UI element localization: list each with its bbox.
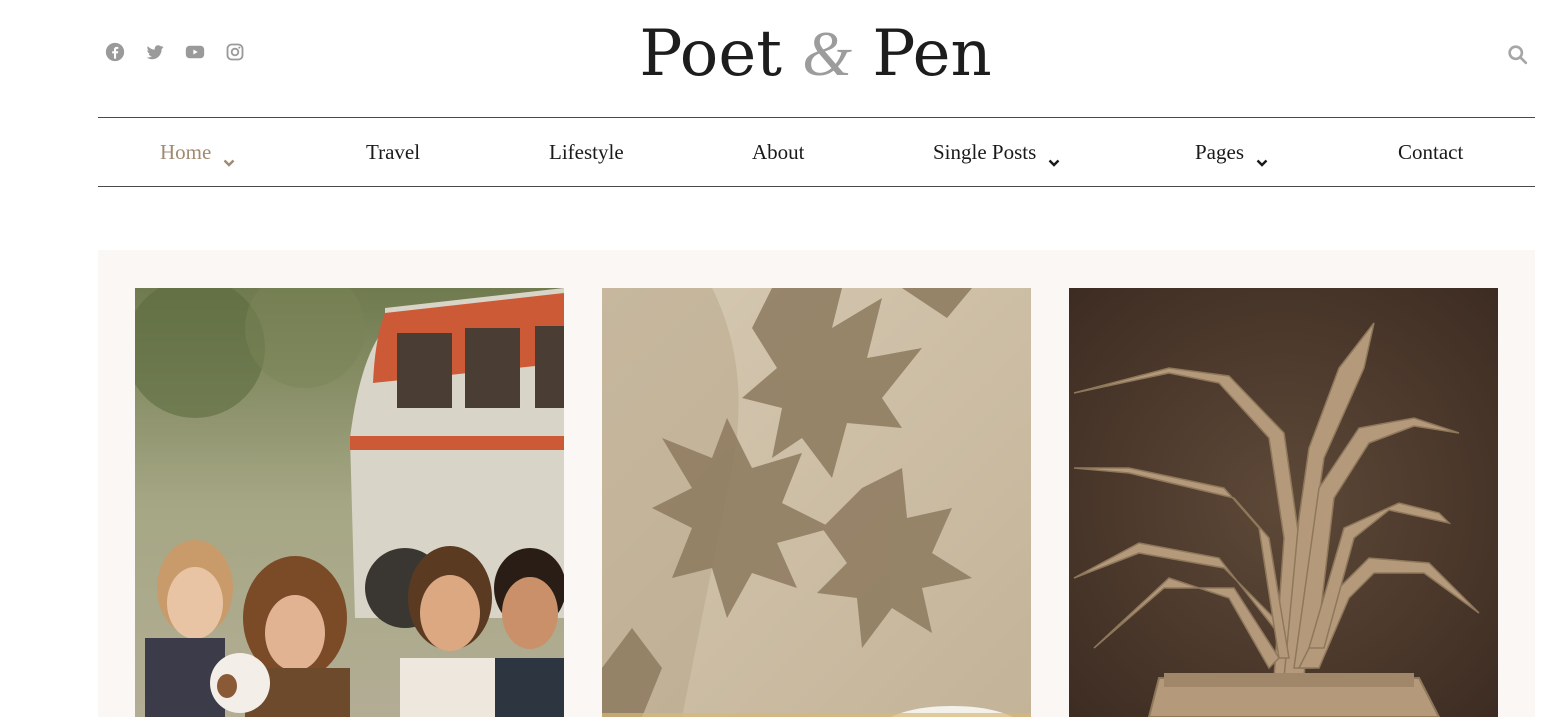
nav-item-label: About (752, 139, 805, 164)
chevron-down-icon (1048, 148, 1060, 167)
nav-item-lifestyle[interactable]: Lifestyle (549, 118, 624, 186)
site-logo[interactable]: Poet & Pen (0, 14, 1567, 94)
main-nav: Home Travel Lifestyle About Single Posts… (98, 117, 1535, 187)
nav-item-label: Pages (1195, 139, 1244, 164)
post-image-leaf-shadow[interactable] (602, 288, 1031, 717)
nav-item-travel[interactable]: Travel (366, 118, 420, 186)
nav-item-label: Lifestyle (549, 139, 624, 164)
chevron-down-icon (1256, 148, 1268, 167)
nav-item-contact[interactable]: Contact (1398, 118, 1463, 186)
nav-item-single-posts[interactable]: Single Posts (933, 118, 1060, 186)
nav-item-about[interactable]: About (752, 118, 805, 186)
logo-ampersand: & (802, 18, 853, 89)
post-image-cardboard-plant[interactable] (1069, 288, 1498, 717)
nav-item-label: Travel (366, 139, 421, 164)
nav-item-pages[interactable]: Pages (1195, 118, 1268, 186)
nav-item-label: Contact (1398, 139, 1464, 164)
nav-item-home[interactable]: Home (160, 118, 235, 186)
nav-item-label: Home (160, 139, 212, 164)
logo-text-poet: Poet (639, 17, 803, 91)
post-image-friends-van[interactable] (135, 288, 564, 717)
nav-item-label: Single Posts (933, 139, 1037, 164)
search-icon[interactable] (1507, 44, 1529, 66)
chevron-down-icon (223, 148, 235, 167)
logo-text-pen: Pen (852, 17, 992, 91)
